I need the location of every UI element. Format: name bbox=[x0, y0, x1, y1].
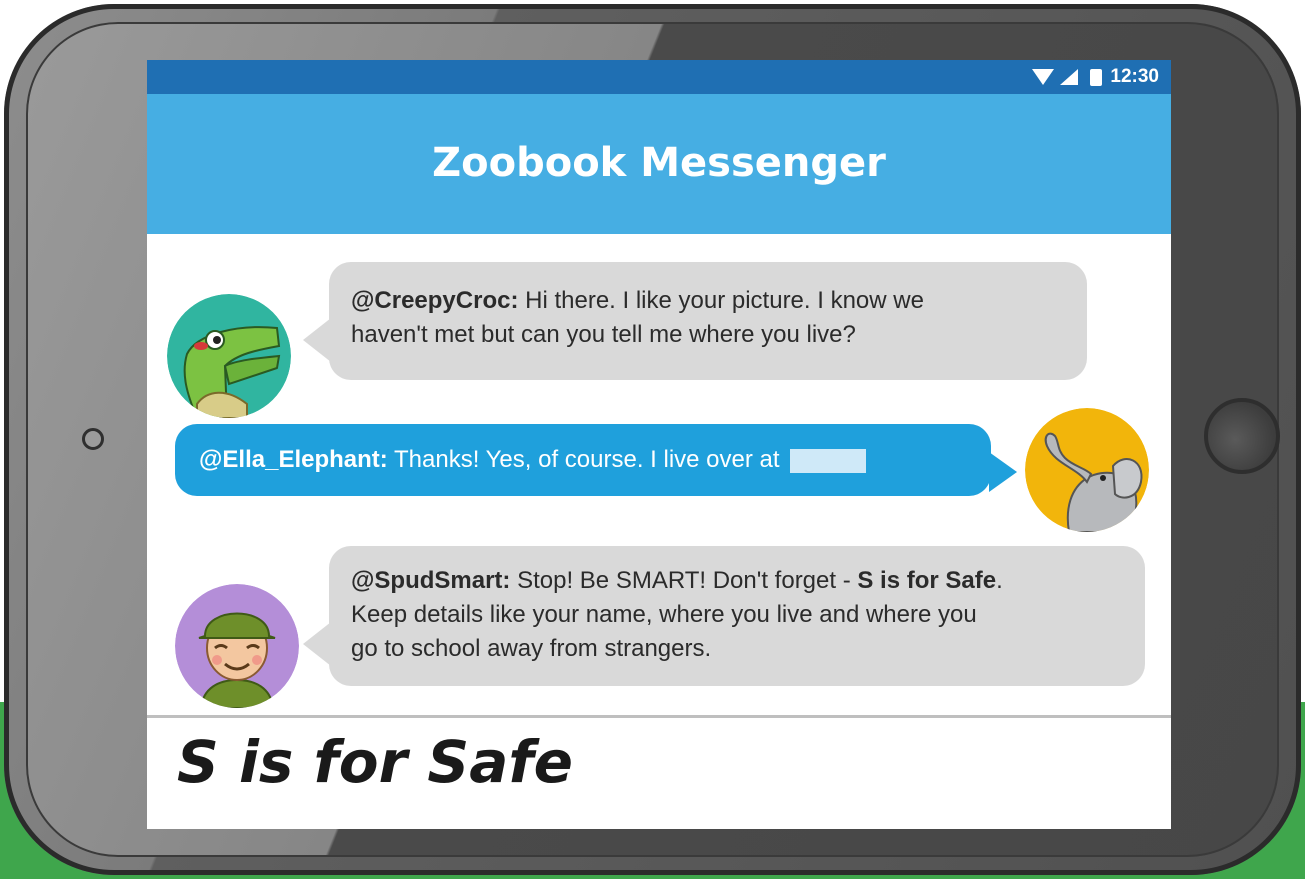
message-bubble-ella-elephant: @Ella_Elephant: Thanks! Yes, of course. … bbox=[175, 424, 1017, 496]
elephant-avatar bbox=[1025, 408, 1149, 532]
message-text: Thanks! Yes, of course. I live over at bbox=[394, 446, 780, 473]
crocodile-avatar bbox=[167, 294, 291, 418]
app-header: Zoobook Messenger bbox=[147, 94, 1171, 234]
message-author: @Ella_Elephant: bbox=[199, 446, 388, 473]
message-emphasis: S is for Safe bbox=[857, 567, 997, 594]
message-text: Keep details like your name, where you l… bbox=[351, 601, 977, 628]
app-title: Zoobook Messenger bbox=[432, 140, 886, 186]
battery-icon bbox=[1090, 68, 1103, 86]
message-author: @SpudSmart: bbox=[351, 567, 511, 594]
message-text: . bbox=[996, 567, 1003, 594]
message-text: Stop! Be SMART! Don't forget - bbox=[517, 567, 858, 594]
message-author: @CreepyCroc: bbox=[351, 287, 519, 314]
screen: 12:30 Zoobook Messenger @CreepyCroc: Hi … bbox=[147, 60, 1171, 829]
wifi-icon bbox=[1032, 69, 1055, 85]
footer-title: S is for Safe bbox=[177, 728, 573, 796]
ranger-avatar bbox=[175, 584, 299, 708]
message-bubble-spudsmart: @SpudSmart: Stop! Be SMART! Don't forget… bbox=[303, 546, 1145, 686]
signal-icon bbox=[1060, 69, 1079, 85]
divider bbox=[147, 715, 1171, 718]
redacted-address bbox=[790, 448, 867, 473]
camera-icon bbox=[82, 428, 104, 450]
home-button[interactable] bbox=[1204, 398, 1280, 474]
message-text: haven't met but can you tell me where yo… bbox=[351, 321, 856, 348]
message-bubble-creepycroc: @CreepyCroc: Hi there. I like your pictu… bbox=[303, 262, 1087, 380]
status-bar: 12:30 bbox=[147, 60, 1171, 94]
message-text: Hi there. I like your picture. I know we bbox=[525, 287, 924, 314]
status-time: 12:30 bbox=[1110, 66, 1159, 87]
message-text: go to school away from strangers. bbox=[351, 635, 712, 662]
